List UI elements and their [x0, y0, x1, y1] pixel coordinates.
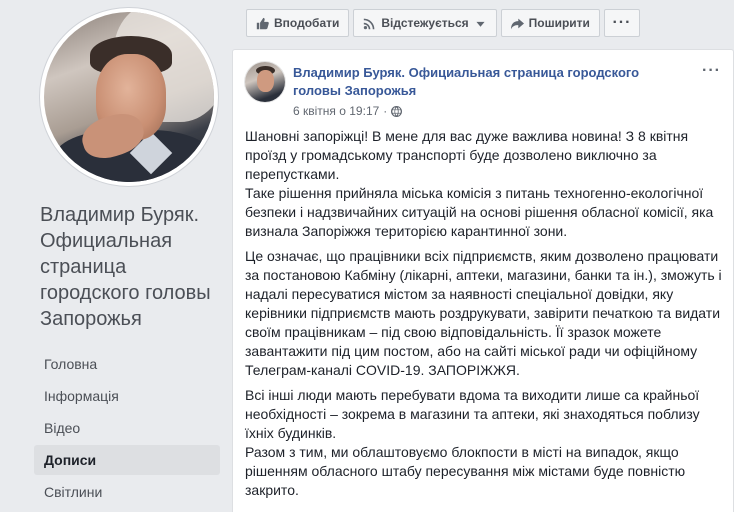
page-nav: Головна Інформація Відео Дописи Світлини: [34, 349, 220, 509]
post-author-avatar[interactable]: [245, 62, 285, 102]
post-paragraph: Всі інші люди мають перебувати вдома та …: [245, 387, 700, 498]
post-menu-button[interactable]: ···: [702, 62, 721, 80]
caret-down-icon: [476, 21, 485, 27]
post-body: Шановні запоріжці! В мене для вас дуже в…: [245, 127, 723, 506]
share-button-label: Поширити: [528, 16, 590, 30]
follow-button[interactable]: Відстежується: [353, 9, 497, 37]
share-arrow-icon: [510, 18, 524, 29]
post-paragraph: Шановні запоріжці! В мене для вас дуже в…: [245, 128, 714, 239]
more-options-button[interactable]: ···: [603, 9, 640, 37]
like-button-label: Вподобати: [274, 16, 340, 30]
post-timestamp[interactable]: 6 квітня о 19:17: [293, 104, 379, 118]
post-meta: 6 квітня о 19:17 ·: [293, 104, 403, 118]
rss-icon: [364, 18, 375, 29]
nav-item-posts[interactable]: Дописи: [34, 445, 220, 475]
page-action-bar: Вподобати Відстежується Поширити ···: [246, 9, 640, 37]
thumbs-up-icon: [256, 17, 269, 29]
post-paragraph: Це означає, що працівники всіх підприємс…: [245, 248, 722, 378]
globe-icon[interactable]: [391, 105, 403, 117]
nav-item-photos[interactable]: Світлини: [34, 477, 220, 507]
profile-photo: [44, 12, 214, 182]
meta-separator: ·: [383, 104, 388, 118]
like-button[interactable]: Вподобати: [246, 9, 350, 37]
page-sidebar: Владимир Буряк. Официальная страница гор…: [0, 0, 232, 512]
nav-item-info[interactable]: Інформація: [34, 381, 220, 411]
post-card: Владимир Буряк. Официальная страница гор…: [232, 49, 734, 512]
follow-button-label: Відстежується: [381, 16, 469, 30]
nav-item-home[interactable]: Головна: [34, 349, 220, 379]
nav-item-video[interactable]: Відео: [34, 413, 220, 443]
post-author-name[interactable]: Владимир Буряк. Официальная страница гор…: [293, 64, 683, 100]
page-title[interactable]: Владимир Буряк. Официальная страница гор…: [40, 202, 230, 332]
share-button[interactable]: Поширити: [500, 9, 600, 37]
profile-picture[interactable]: [40, 8, 218, 186]
post-header: Владимир Буряк. Официальная страница гор…: [245, 62, 721, 122]
